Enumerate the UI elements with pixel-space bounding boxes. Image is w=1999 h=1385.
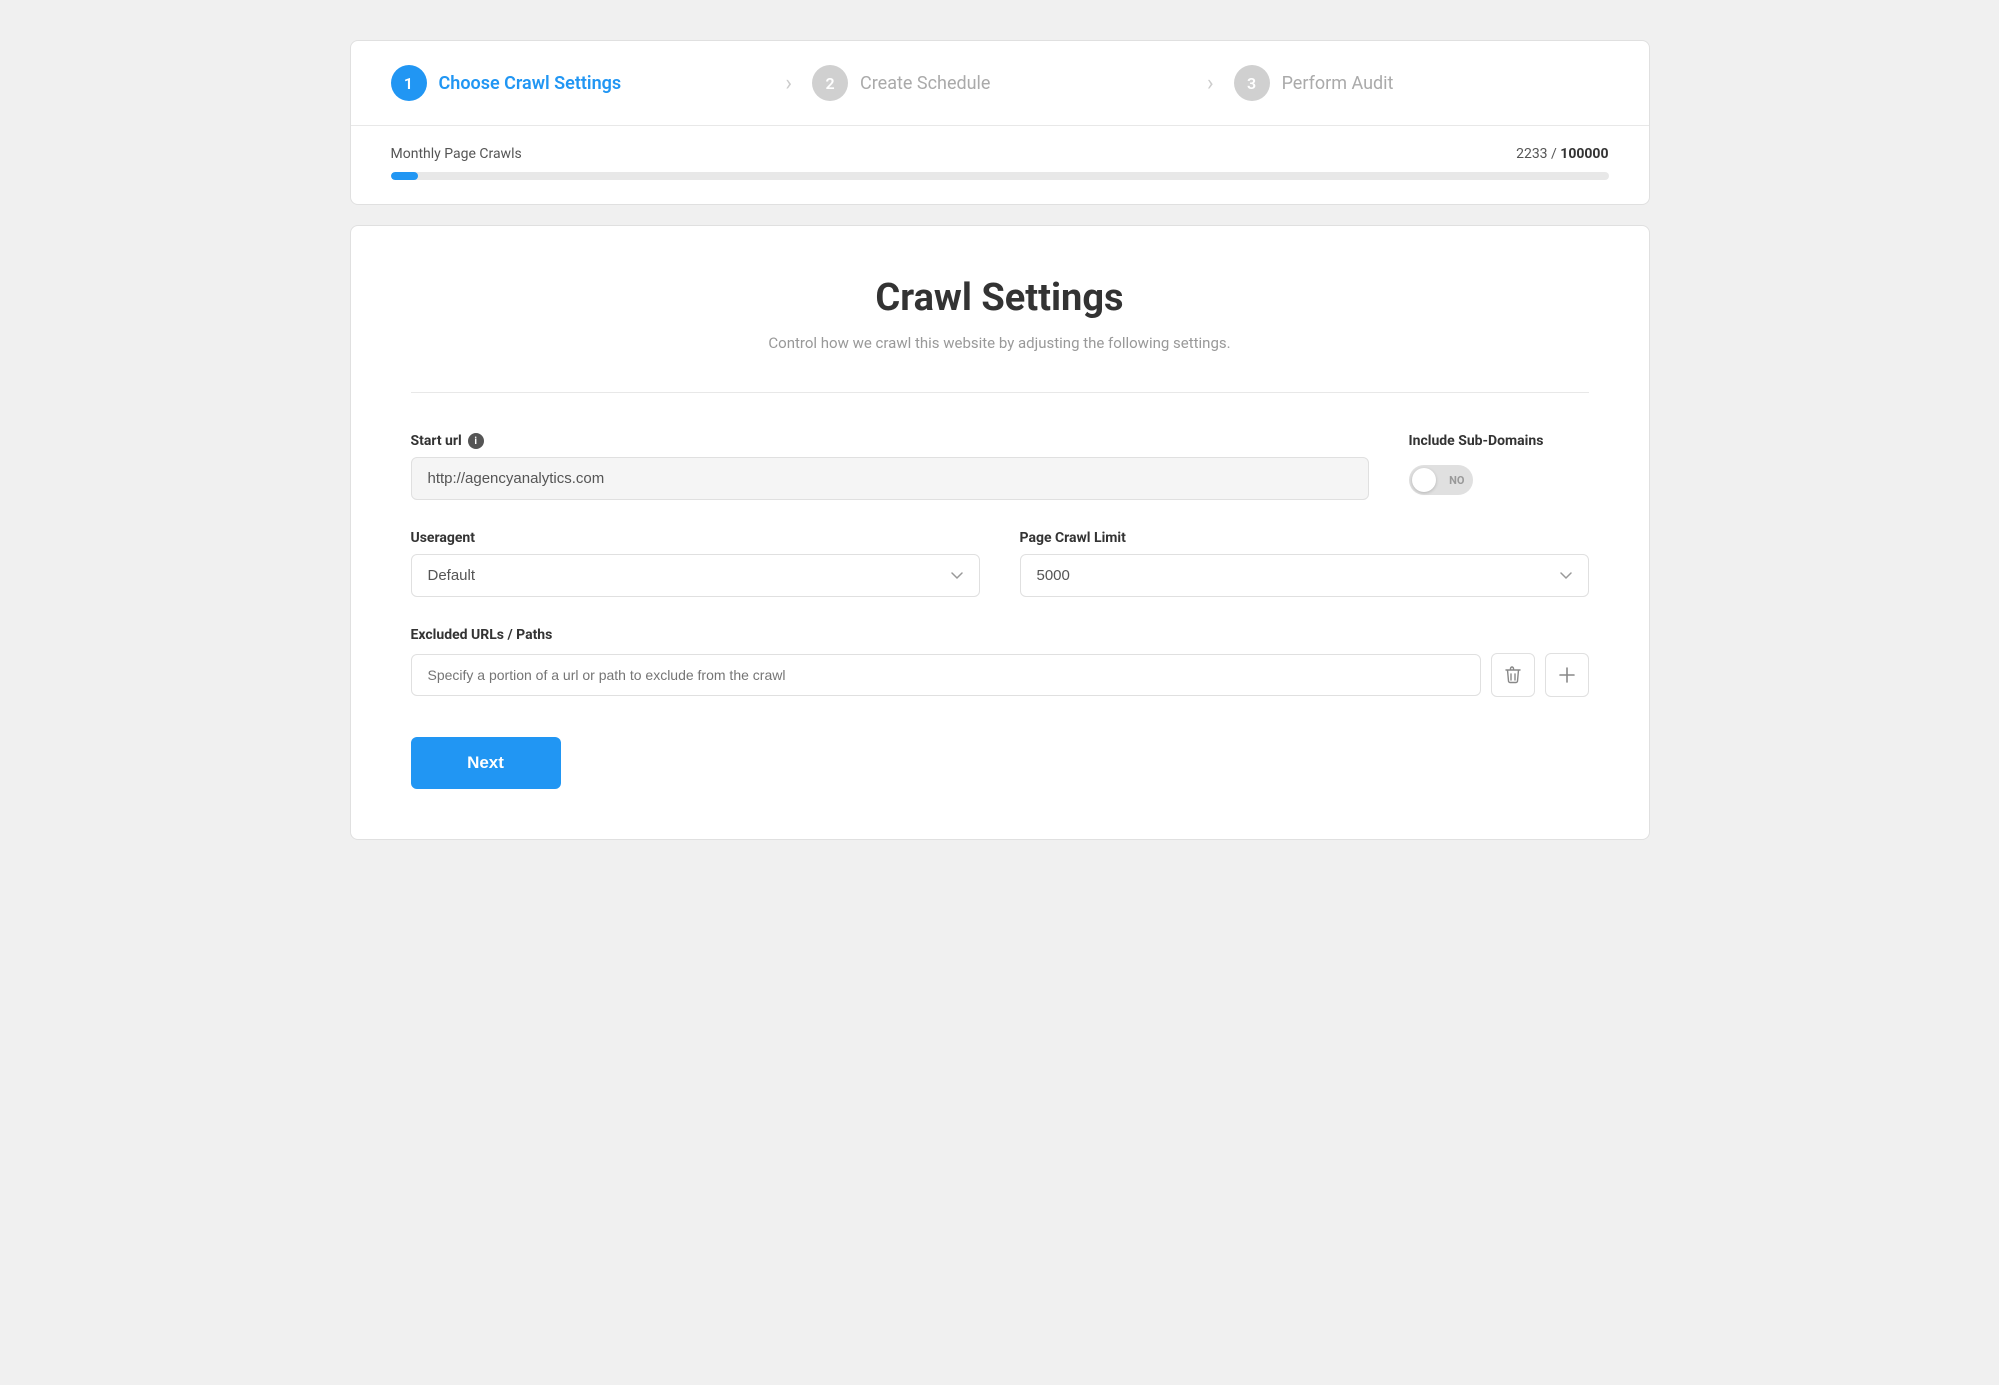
start-url-info-icon[interactable]: i	[468, 433, 484, 449]
section-divider	[411, 392, 1589, 393]
progress-bar-bg	[391, 172, 1609, 180]
settings-subtitle: Control how we crawl this website by adj…	[411, 334, 1589, 352]
crawls-section: Monthly Page Crawls 2233 / 100000	[351, 126, 1649, 204]
crawls-count: 2233 / 100000	[1516, 146, 1608, 162]
toggle-knob	[1412, 468, 1436, 492]
useragent-select[interactable]: Default Googlebot Bingbot Custom	[411, 554, 980, 597]
step-3-circle: 3	[1234, 65, 1270, 101]
useragent-label: Useragent	[411, 530, 980, 546]
page-wrapper: 1 Choose Crawl Settings › 2 Create Sched…	[350, 40, 1650, 840]
plus-icon	[1559, 667, 1575, 683]
step-2-circle: 2	[812, 65, 848, 101]
start-url-label: Start url i	[411, 433, 1369, 449]
toggle-text: NO	[1449, 474, 1464, 487]
excluded-urls-input[interactable]	[411, 654, 1481, 696]
crawls-header: Monthly Page Crawls 2233 / 100000	[391, 146, 1609, 162]
subdomain-label: Include Sub-Domains	[1409, 433, 1589, 449]
arrow-1: ›	[785, 71, 792, 96]
next-button[interactable]: Next	[411, 737, 561, 789]
excluded-row	[411, 653, 1589, 697]
form-row-top: Start url i Include Sub-Domains NO	[411, 433, 1589, 500]
progress-card: 1 Choose Crawl Settings › 2 Create Sched…	[350, 40, 1650, 205]
arrow-2: ›	[1207, 71, 1214, 96]
delete-excluded-button[interactable]	[1491, 653, 1535, 697]
steps-row: 1 Choose Crawl Settings › 2 Create Sched…	[351, 41, 1649, 126]
subdomain-toggle[interactable]: NO	[1409, 465, 1473, 495]
step-1: 1 Choose Crawl Settings	[391, 65, 766, 101]
step-1-circle: 1	[391, 65, 427, 101]
step-1-label: Choose Crawl Settings	[439, 73, 622, 94]
settings-title: Crawl Settings	[411, 276, 1589, 320]
page-crawl-limit-group: Page Crawl Limit 100 500 1000 2500 5000 …	[1020, 530, 1589, 597]
crawls-label: Monthly Page Crawls	[391, 146, 522, 162]
settings-card: Crawl Settings Control how we crawl this…	[350, 225, 1650, 840]
start-url-input[interactable]	[411, 457, 1369, 500]
excluded-urls-group: Excluded URLs / Paths	[411, 627, 1589, 643]
useragent-group: Useragent Default Googlebot Bingbot Cust…	[411, 530, 980, 597]
step-2: 2 Create Schedule	[812, 65, 1187, 101]
step-3-label: Perform Audit	[1282, 73, 1394, 94]
excluded-urls-label: Excluded URLs / Paths	[411, 627, 1589, 643]
subdomain-toggle-wrapper: NO	[1409, 465, 1589, 495]
start-url-group: Start url i	[411, 433, 1369, 500]
step-2-label: Create Schedule	[860, 73, 990, 94]
progress-bar-fill	[391, 172, 418, 180]
page-crawl-limit-label: Page Crawl Limit	[1020, 530, 1589, 546]
trash-icon	[1505, 666, 1521, 684]
add-excluded-button[interactable]	[1545, 653, 1589, 697]
step-3: 3 Perform Audit	[1234, 65, 1609, 101]
subdomain-group: Include Sub-Domains NO	[1409, 433, 1589, 495]
page-crawl-limit-select[interactable]: 100 500 1000 2500 5000 10000 25000 50000	[1020, 554, 1589, 597]
form-row-two: Useragent Default Googlebot Bingbot Cust…	[411, 530, 1589, 597]
